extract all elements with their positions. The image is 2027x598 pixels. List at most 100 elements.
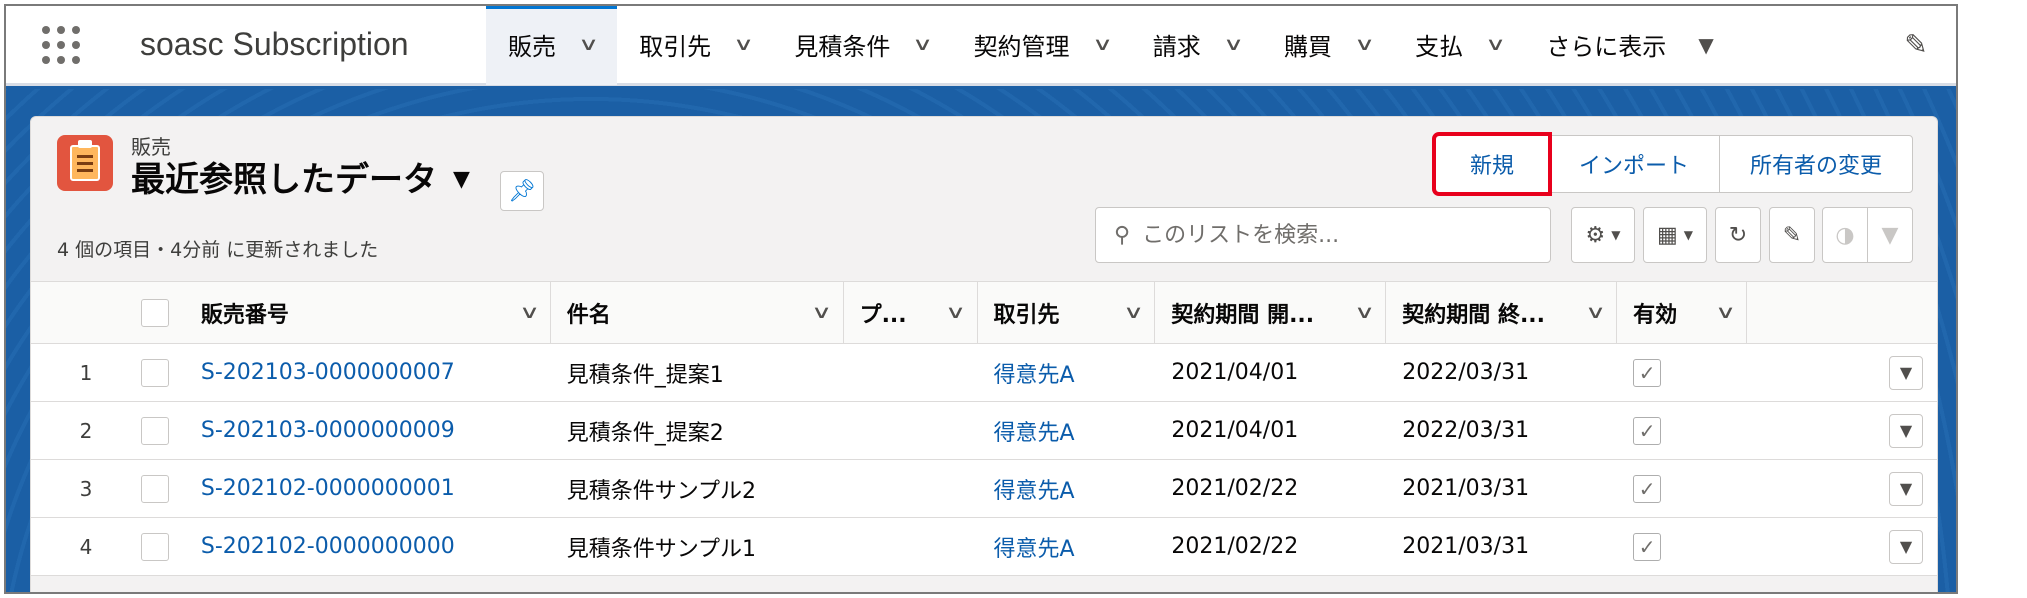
filter-icon: ▼ [1881, 222, 1899, 248]
chevron-down-icon[interactable]: ∨ [912, 34, 933, 55]
column-label: 有効 [1633, 302, 1678, 328]
nav-tab-accounts[interactable]: 取引先 ∨ [617, 6, 772, 85]
chevron-down-icon[interactable]: ∨ [1092, 34, 1113, 55]
column-header-pu[interactable]: プ... ∨ [844, 282, 978, 343]
nav-tab-label: 取引先 [639, 33, 712, 61]
name-cell: 見積条件サンプル2 [566, 478, 757, 504]
nav-tab-purchasing[interactable]: 購買 ∨ [1262, 6, 1393, 85]
chevron-down-icon[interactable]: ∨ [1585, 302, 1606, 323]
display-as-button[interactable]: ▦ ▼ [1643, 207, 1707, 263]
column-label: 取引先 [993, 302, 1060, 328]
column-header-sales-number[interactable]: 販売番号 ∨ [185, 282, 551, 343]
contract-end-cell: 2021/03/31 [1402, 534, 1530, 559]
sales-number-link[interactable]: S-202103-0000000007 [185, 344, 551, 401]
app-launcher-button[interactable] [6, 6, 116, 85]
row-actions-cell: ▼ [1747, 402, 1937, 459]
edit-nav-button[interactable]: ✎ [1876, 28, 1956, 61]
row-action-menu-button[interactable]: ▼ [1888, 529, 1923, 564]
list-view-title: 最近参照したデータ [131, 160, 437, 200]
column-label: 契約期間 開... [1171, 302, 1315, 328]
chevron-down-icon[interactable]: ∨ [1715, 302, 1736, 323]
pin-list-button[interactable]: 📌︎ [499, 171, 544, 211]
search-input[interactable] [1142, 222, 1503, 248]
row-number: 1 [79, 360, 93, 385]
row-action-menu-button[interactable]: ▼ [1888, 413, 1923, 448]
change-owner-button[interactable]: 所有者の変更 [1718, 135, 1913, 193]
refresh-button[interactable]: ↻ [1715, 207, 1761, 263]
column-header-contract-start[interactable]: 契約期間 開... ∨ [1155, 282, 1387, 343]
name-cell: 見積条件サンプル1 [566, 536, 757, 562]
clipboard-icon [57, 135, 113, 191]
nav-tab-contracts[interactable]: 契約管理 ∨ [952, 6, 1131, 85]
nav-tab-sales[interactable]: 販売 ∨ [486, 6, 618, 85]
filter-button[interactable]: ▼ [1867, 207, 1913, 263]
nav-tab-label: 販売 [508, 33, 556, 61]
chevron-down-icon[interactable]: ∨ [945, 302, 966, 323]
nav-tab-label: 契約管理 [973, 33, 1070, 61]
account-link[interactable]: 得意先A [977, 344, 1155, 401]
chevron-down-icon[interactable]: ∨ [1354, 34, 1375, 55]
new-button[interactable]: 新規 [1431, 132, 1552, 196]
row-checkbox[interactable] [140, 532, 169, 561]
waffle-icon [42, 25, 80, 64]
account-link[interactable]: 得意先A [977, 402, 1155, 459]
column-header-name[interactable]: 件名 ∨ [551, 282, 844, 343]
app-window: soasc Subscription 販売 ∨ 取引先 ∨ 見積条件 ∨ 契約管… [4, 4, 1958, 594]
chevron-down-icon[interactable]: ∨ [733, 34, 754, 55]
row-checkbox[interactable] [140, 474, 169, 503]
chart-filter-group: ◑ ▼ [1822, 207, 1913, 263]
chevron-down-icon[interactable]: ∨ [519, 302, 540, 323]
account-link[interactable]: 得意先A [977, 460, 1155, 517]
column-header-contract-end[interactable]: 契約期間 終... ∨ [1386, 282, 1618, 343]
active-cell: ✓ [1617, 518, 1747, 575]
chevron-down-icon[interactable]: ∨ [811, 302, 832, 323]
column-label: 販売番号 [200, 302, 289, 328]
refresh-icon: ↻ [1728, 222, 1748, 248]
row-number-header [31, 282, 141, 343]
sales-number-link[interactable]: S-202102-0000000001 [185, 460, 551, 517]
column-label: 件名 [566, 302, 611, 328]
chevron-down-icon[interactable]: ∨ [1123, 302, 1144, 323]
column-header-account[interactable]: 取引先 ∨ [978, 282, 1156, 343]
list-view-selector[interactable]: 最近参照したデータ ▼ [131, 159, 470, 201]
pin-icon: 📌︎ [507, 178, 536, 204]
table-row: 2 S-202103-0000000009 見積条件_提案2 得意先A 2021… [31, 402, 1937, 460]
row-action-menu-button[interactable]: ▼ [1888, 471, 1923, 506]
select-all-checkbox[interactable] [140, 298, 169, 327]
account-link[interactable]: 得意先A [977, 518, 1155, 575]
nav-tab-billing[interactable]: 請求 ∨ [1131, 6, 1262, 85]
inline-edit-button[interactable]: ✎ [1769, 207, 1815, 263]
chart-button[interactable]: ◑ [1822, 207, 1868, 263]
nav-tab-label: 見積条件 [794, 33, 891, 61]
row-action-menu-button[interactable]: ▼ [1888, 355, 1923, 390]
nav-tab-label: 支払 [1415, 33, 1464, 61]
contract-end-cell: 2022/03/31 [1402, 418, 1530, 443]
chevron-down-icon[interactable]: ∨ [578, 34, 599, 55]
list-status: 4 個の項目・4分前 に更新されました [57, 239, 379, 261]
select-all-cell [140, 282, 185, 343]
import-button[interactable]: インポート [1547, 135, 1720, 193]
checkmark-icon: ✓ [1633, 416, 1662, 445]
row-actions-cell: ▼ [1747, 518, 1937, 575]
contract-start-cell: 2021/02/22 [1171, 534, 1299, 559]
row-actions-header [1747, 282, 1937, 343]
chevron-down-icon[interactable]: ∨ [1354, 302, 1375, 323]
caret-down-icon: ▼ [1899, 421, 1913, 440]
caret-down-icon: ▼ [453, 167, 470, 192]
sales-number-link[interactable]: S-202102-0000000000 [185, 518, 551, 575]
sales-number-link[interactable]: S-202103-0000000009 [185, 402, 551, 459]
chevron-down-icon[interactable]: ∨ [1485, 34, 1506, 55]
nav-more-button[interactable]: さらに表示 ▼ [1524, 6, 1735, 85]
checkmark-icon: ✓ [1633, 474, 1662, 503]
column-header-active[interactable]: 有効 ∨ [1617, 282, 1748, 343]
contract-end-cell: 2021/03/31 [1402, 476, 1530, 501]
row-checkbox[interactable] [140, 358, 169, 387]
nav-tab-quote-terms[interactable]: 見積条件 ∨ [772, 6, 951, 85]
nav-tab-payments[interactable]: 支払 ∨ [1393, 6, 1524, 85]
list-settings-button[interactable]: ⚙ ▼ [1571, 207, 1635, 263]
row-checkbox[interactable] [140, 416, 169, 445]
nav-tab-label: 購買 [1283, 33, 1332, 61]
pu-cell [844, 402, 978, 459]
chevron-down-icon[interactable]: ∨ [1223, 34, 1244, 55]
caret-down-icon: ▼ [1899, 537, 1913, 556]
